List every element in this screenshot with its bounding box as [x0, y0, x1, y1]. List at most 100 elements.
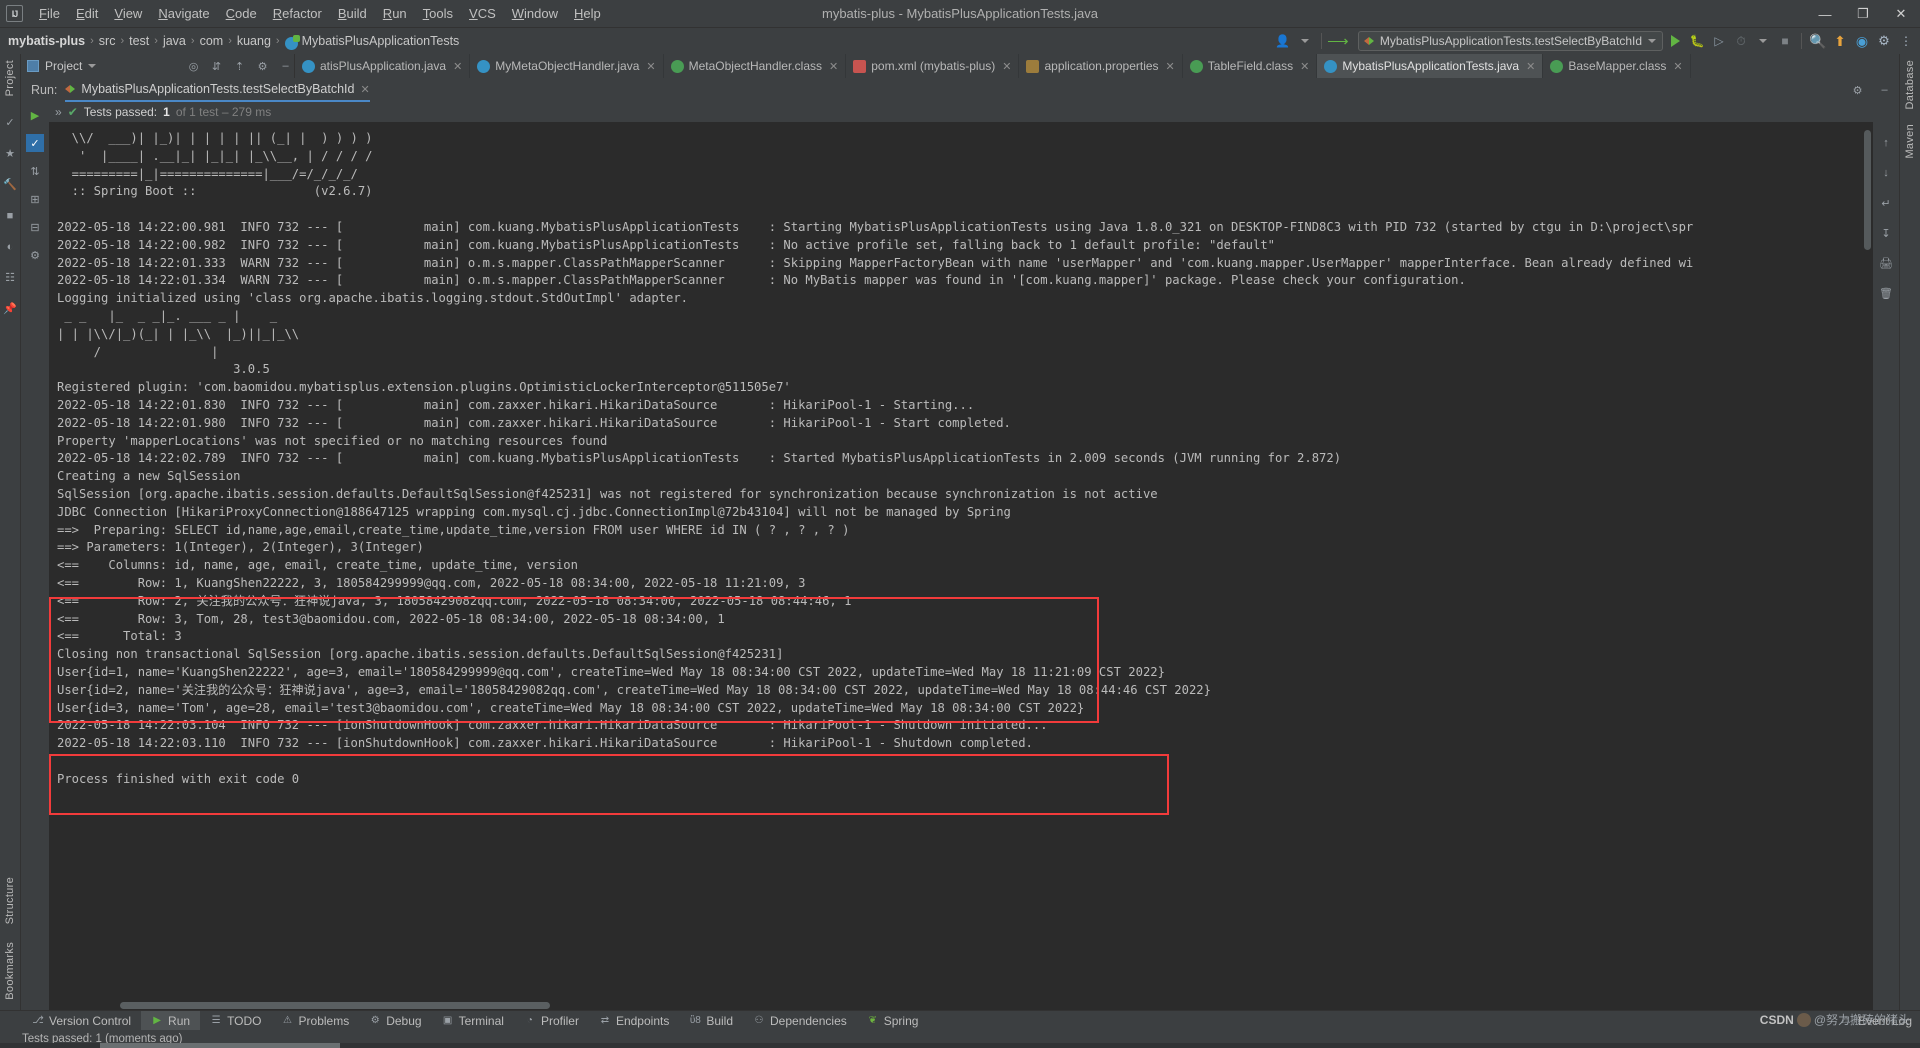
- breadcrumb-item-java[interactable]: java: [163, 34, 186, 48]
- print-icon[interactable]: 🖨: [1877, 254, 1895, 272]
- scrollbar-thumb[interactable]: [120, 1002, 550, 1009]
- run-coverage-icon[interactable]: ▷: [1709, 31, 1729, 51]
- settings-icon[interactable]: ⚙: [254, 58, 271, 75]
- bookmarks-star-icon[interactable]: ★: [2, 145, 19, 162]
- menu-item-run[interactable]: Run: [375, 3, 415, 24]
- menu-item-view[interactable]: View: [106, 3, 150, 24]
- bottom-tab-build[interactable]: ὒ8 Build: [679, 1011, 743, 1031]
- collapse-all-icon[interactable]: ⇵: [208, 58, 225, 75]
- chevron-down-icon[interactable]: [88, 64, 97, 68]
- terminal-icon[interactable]: ■: [2, 207, 19, 224]
- menu-item-window[interactable]: Window: [504, 3, 566, 24]
- bottom-tab-run[interactable]: ▶ Run: [141, 1010, 201, 1031]
- scroll-down-icon[interactable]: ↓: [1877, 164, 1895, 182]
- vcs-update-icon[interactable]: ⟶: [1327, 31, 1349, 51]
- breadcrumb-item-com[interactable]: com: [200, 34, 224, 48]
- breadcrumb-item-mybatis-plus[interactable]: mybatis-plus: [8, 34, 85, 48]
- editor-tab-tablefield-class[interactable]: TableField.class ✕: [1182, 54, 1318, 78]
- editor-tab-mybatisplusapplicationtests-java[interactable]: MybatisPlusApplicationTests.java ✕: [1317, 54, 1544, 78]
- sidebar-item-structure[interactable]: Structure: [4, 877, 16, 924]
- rerun-icon[interactable]: ▶: [26, 106, 44, 124]
- editor-tab-basemapper-class[interactable]: BaseMapper.class ✕: [1543, 54, 1691, 78]
- close-icon[interactable]: ✕: [1002, 60, 1011, 73]
- close-icon[interactable]: ✕: [1166, 60, 1175, 73]
- close-icon[interactable]: ✕: [1300, 60, 1309, 73]
- expand-icon[interactable]: ⇡: [231, 58, 248, 75]
- chevron-down-icon[interactable]: [1753, 31, 1773, 51]
- menu-item-build[interactable]: Build: [330, 3, 375, 24]
- bottom-tab-version-control[interactable]: ⎇ Version Control: [22, 1011, 141, 1031]
- show-passed-icon[interactable]: ✓: [26, 134, 44, 152]
- build-hammer-icon[interactable]: 🔨: [2, 176, 19, 193]
- expand-chevron-icon[interactable]: »: [55, 105, 62, 119]
- breadcrumb-item-test[interactable]: test: [129, 34, 149, 48]
- pin-icon[interactable]: 📌: [2, 300, 19, 317]
- settings-icon[interactable]: ⚙: [26, 246, 44, 264]
- menu-item-help[interactable]: Help: [566, 3, 609, 24]
- close-icon[interactable]: ✕: [453, 60, 462, 73]
- ai-assistant-icon[interactable]: ◉: [1852, 31, 1872, 51]
- scroll-up-icon[interactable]: ↑: [1877, 134, 1895, 152]
- avatar-icon[interactable]: 👤: [1273, 31, 1293, 51]
- scroll-to-end-icon[interactable]: ↧: [1877, 224, 1895, 242]
- page-scrollbar[interactable]: [0, 1043, 1920, 1048]
- editor-tab-mymetaobjecthandler-java[interactable]: MyMetaObjectHandler.java ✕: [470, 54, 664, 78]
- sort-icon[interactable]: ⇅: [26, 162, 44, 180]
- services-icon[interactable]: ☷: [2, 269, 19, 286]
- bottom-tab-spring[interactable]: ❦ Spring: [857, 1011, 929, 1031]
- maximize-button[interactable]: ❐: [1844, 0, 1882, 28]
- console-horizontal-scrollbar[interactable]: [85, 1001, 1862, 1010]
- run-icon[interactable]: [1665, 31, 1685, 51]
- settings-icon[interactable]: ⚙: [1874, 31, 1894, 51]
- close-icon[interactable]: ✕: [829, 60, 838, 73]
- clear-all-icon[interactable]: 🗑: [1877, 284, 1895, 302]
- search-icon[interactable]: 🔍: [1808, 31, 1828, 51]
- run-tab[interactable]: MybatisPlusApplicationTests.testSelectBy…: [65, 82, 370, 102]
- debug-icon[interactable]: 🐛: [1687, 31, 1707, 51]
- profiler-icon[interactable]: ◐: [2, 238, 19, 255]
- editor-tab-application-properties[interactable]: application.properties ✕: [1019, 54, 1183, 78]
- breadcrumb-item-kuang[interactable]: kuang: [237, 34, 271, 48]
- expand-all-icon[interactable]: ⊞: [26, 190, 44, 208]
- stop-icon[interactable]: ■: [1775, 31, 1795, 51]
- sidebar-item-maven[interactable]: Maven: [1904, 124, 1916, 159]
- breadcrumb-item-src[interactable]: src: [99, 34, 116, 48]
- chevron-down-icon[interactable]: [1295, 31, 1315, 51]
- more-options-icon[interactable]: ⋮: [1896, 31, 1916, 51]
- updates-icon[interactable]: ⬆: [1830, 31, 1850, 51]
- menu-item-tools[interactable]: Tools: [415, 3, 461, 24]
- run-configuration-selector[interactable]: MybatisPlusApplicationTests.testSelectBy…: [1357, 31, 1663, 51]
- sidebar-item-project[interactable]: Project: [4, 60, 16, 96]
- editor-tab-atisplusapplication-java[interactable]: atisPlusApplication.java ✕: [295, 54, 471, 78]
- bottom-tab-todo[interactable]: ☰ TODO: [200, 1011, 271, 1031]
- menu-item-vcs[interactable]: VCS: [461, 3, 504, 24]
- menu-item-refactor[interactable]: Refactor: [265, 3, 330, 24]
- editor-tab-metaobjecthandler-class[interactable]: MetaObjectHandler.class ✕: [663, 54, 847, 78]
- minimize-button[interactable]: —: [1806, 0, 1844, 28]
- scrollbar-thumb[interactable]: [1864, 130, 1871, 250]
- collapse-all-icon[interactable]: ⊟: [26, 218, 44, 236]
- close-button[interactable]: ✕: [1882, 0, 1920, 28]
- settings-icon[interactable]: ⚙: [1849, 82, 1866, 99]
- close-icon[interactable]: ✕: [360, 83, 369, 96]
- sidebar-item-database[interactable]: Database: [1904, 60, 1916, 110]
- sidebar-item-bookmarks[interactable]: Bookmarks: [4, 942, 16, 1000]
- menu-item-edit[interactable]: Edit: [68, 3, 106, 24]
- close-icon[interactable]: ✕: [1673, 60, 1682, 73]
- console-vertical-scrollbar[interactable]: [1862, 122, 1873, 1010]
- bottom-tab-profiler[interactable]: ◔ Profiler: [514, 1011, 589, 1031]
- bottom-tab-debug[interactable]: ⚙ Debug: [359, 1011, 431, 1031]
- hide-icon[interactable]: –: [277, 58, 294, 75]
- console-output[interactable]: \\/ ___)| |_)| | | | | || (_| | ) ) ) ) …: [49, 122, 1873, 1010]
- soft-wrap-icon[interactable]: ↵: [1877, 194, 1895, 212]
- menu-item-code[interactable]: Code: [218, 3, 265, 24]
- breadcrumb-item-mybatisplusapplicationtests[interactable]: MybatisPlusApplicationTests: [302, 34, 460, 48]
- locate-icon[interactable]: ◎: [185, 58, 202, 75]
- profile-icon[interactable]: ⏱: [1731, 31, 1751, 51]
- bottom-tab-problems[interactable]: ⚠ Problems: [272, 1011, 360, 1031]
- bottom-tab-endpoints[interactable]: ⇄ Endpoints: [589, 1011, 679, 1031]
- commit-icon[interactable]: ✓: [2, 114, 19, 131]
- editor-tab-pom-xml-mybatis-plus-[interactable]: pom.xml (mybatis-plus) ✕: [846, 54, 1020, 78]
- hide-icon[interactable]: –: [1876, 82, 1893, 99]
- close-icon[interactable]: ✕: [1526, 60, 1535, 73]
